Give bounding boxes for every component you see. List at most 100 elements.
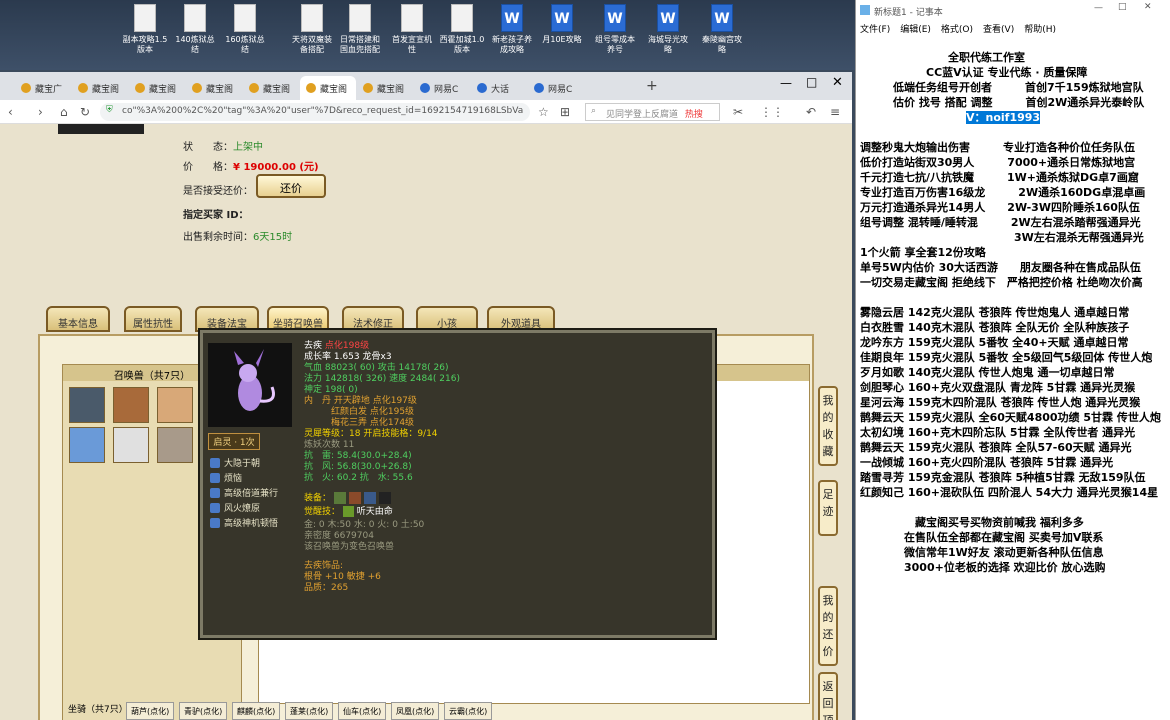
desktop-icon-11[interactable]: W 海城导光攻略 [645,4,691,55]
skill-item[interactable]: 大隐于朝 [208,456,293,471]
skill-item[interactable]: 高级神机顿悟 [208,516,293,531]
awaken-skill-value: 听天由命 [356,507,393,517]
tab-add-button[interactable]: + [646,78,658,94]
browser-tab-2[interactable]: 藏宝阁 [72,76,128,100]
game-tab-2[interactable]: 属性抗性 [124,306,182,332]
summon-thumb-4[interactable] [69,427,105,463]
skill-item[interactable]: 高级倍道兼行 [208,486,293,501]
forward-icon[interactable]: › [38,105,43,119]
skill-item[interactable]: 风火燎原 [208,501,293,516]
notepad-menu-item[interactable]: 编辑(E) [900,25,931,35]
notepad-menu-item[interactable]: 格式(O) [941,25,973,35]
desktop-icon-4[interactable]: 天将双魔装备搭配 [289,4,335,55]
search-input[interactable]: ⌕ 见同学登上反腐道 热搜 [585,103,720,121]
equip-slot-4-icon[interactable] [378,492,391,504]
skill-item[interactable]: 烦恼 [208,471,293,486]
notepad-menu-item[interactable]: 文件(F) [860,25,890,35]
notepad-minimize-button[interactable]: — [1094,3,1103,13]
mount-tab-7[interactable]: 云霸(点化) [444,702,493,720]
desktop-icon-1[interactable]: 副本攻略1.5版本 [122,4,168,55]
search-placeholder: 见同学登上反腐道 [606,110,679,120]
browser-tab-3[interactable]: 藏宝阁 [129,76,185,100]
mount-tab-3[interactable]: 麒麟(点化) [232,702,281,720]
desktop-icon-12[interactable]: W 秦陵幽宫攻略 [699,4,745,55]
tab-favicon-icon [534,83,544,93]
address-bar-row: ‹ › ⌂ ↻ ⛨ co"%3A%200%2C%20"tag"%3A%20"us… [0,100,852,124]
game-tab-5[interactable]: 法术修正 [342,306,404,332]
mount-tab-5[interactable]: 仙车(点化) [338,702,387,720]
url-input[interactable]: ⛨ co"%3A%200%2C%20"tag"%3A%20"user"%7D&r… [100,103,530,121]
browser-tab-9[interactable]: 大话 [471,76,527,100]
menu-icon[interactable]: ≡ [830,105,840,119]
mount-tab-1[interactable]: 葫芦(点化) [126,702,175,720]
back-icon[interactable]: ‹ [8,105,13,119]
my-bargain-button[interactable]: 我的还价 [818,586,838,666]
notepad-menu-item[interactable]: 查看(V) [983,25,1014,35]
game-tab-7[interactable]: 外观道具 [487,306,555,332]
desktop-icon-label: 140炼狱总结 [175,35,215,54]
tab-label: 藏宝阁 [206,85,234,95]
document-file-icon [349,4,371,32]
notepad-close-button[interactable]: ✕ [1144,2,1152,12]
price-label: 价 格： [183,162,233,173]
desktop-icon-6[interactable]: 首发宣宣机性 [389,4,435,55]
desktop-icon-10[interactable]: W 组号零成本养号 [592,4,638,55]
game-tab-1[interactable]: 基本信息 [46,306,110,332]
notepad-editor[interactable]: 全职代练工作室 CC蓝V认证 专业代练 · 质量保障 低端任务组号开创者 首创7… [860,50,1170,575]
desktop-icon-5[interactable]: 日常搭建和国血兜搭配 [337,4,383,55]
history-button[interactable]: 足迹 [818,480,838,536]
browser-tab-1[interactable]: 藏宝广 [15,76,71,100]
summon-thumb-5[interactable] [113,427,149,463]
equip-slot-1-icon[interactable] [333,492,346,504]
home-icon[interactable]: ⌂ [60,105,68,119]
cut-icon[interactable]: ✂ [733,105,743,119]
browser-tab-8[interactable]: 网易C [414,76,470,100]
mount-tab-4[interactable]: 蓬莱(点化) [285,702,334,720]
summon-thumb-2[interactable] [113,387,149,423]
desktop-icon-7[interactable]: 西霍加城1.0版本 [439,4,485,55]
equip-slot-3-icon[interactable] [363,492,376,504]
window-maximize-button[interactable]: □ [806,75,817,89]
tab-favicon-icon [192,83,202,93]
notepad-titlebar: 新标题1 - 记事本 — □ ✕ [856,0,1170,20]
game-tab-6[interactable]: 小孩 [416,306,478,332]
status-row: 状 态：上架中 [183,138,263,153]
notepad-menu-item[interactable]: 帮助(H) [1024,25,1056,35]
summon-thumb-6[interactable] [157,427,193,463]
star-icon[interactable]: ☆ [538,105,549,119]
desktop-icon-label: 日常搭建和国血兜搭配 [340,35,380,54]
undo-icon[interactable]: ↶ [806,105,816,119]
browser-tab-5[interactable]: 藏宝阁 [243,76,299,100]
bargain-button[interactable]: 还价 [256,174,326,198]
game-tab-3[interactable]: 装备法宝 [195,306,259,332]
window-minimize-button[interactable]: — [780,76,792,90]
time-value: 6天15时 [253,232,293,243]
browser-tab-10[interactable]: 网易C [528,76,584,100]
browser-tab-6[interactable]: 藏宝阁 [300,76,356,100]
summon-portrait [208,343,292,427]
equip-label: 装备： [304,493,332,504]
favorites-button[interactable]: 我的收藏 [818,386,838,466]
refresh-icon[interactable]: ↻ [80,105,90,119]
tab-label: 网易C [548,85,573,95]
desktop-icon-8[interactable]: W 新老孩子养成攻略 [489,4,535,55]
equip-slot-2-icon[interactable] [348,492,361,504]
mount-tab-6[interactable]: 凤凰(点化) [391,702,440,720]
notepad-maximize-button[interactable]: □ [1118,2,1127,12]
game-tab-4[interactable]: 坐骑召唤兽 [267,306,329,332]
window-close-button[interactable]: ✕ [832,75,843,90]
extension-icon[interactable]: ⊞ [560,105,570,119]
summon-thumb-1[interactable] [69,387,105,423]
mount-tab-2[interactable]: 青驴(点化) [179,702,228,720]
back-to-top-button[interactable]: 返回顶部 [818,672,838,720]
tab-label: 藏宝阁 [149,85,177,95]
browser-tab-7[interactable]: 藏宝阁 [357,76,413,100]
browser-tab-4[interactable]: 藏宝阁 [186,76,242,100]
desktop-icon-2[interactable]: 140炼狱总结 [172,4,218,55]
desktop-icon-3[interactable]: 160炼狱总结 [222,4,268,55]
desktop-icon-9[interactable]: W 月10E攻略 [539,4,585,45]
desktop: 副本攻略1.5版本 140炼狱总结 160炼狱总结 天将双魔装备搭配 日常搭建和国血兜搭… [0,0,855,70]
summon-thumb-3[interactable] [157,387,193,423]
hot-search-tag: 热搜 [684,110,703,120]
apps-icon[interactable]: ⋮⋮ [760,105,784,119]
